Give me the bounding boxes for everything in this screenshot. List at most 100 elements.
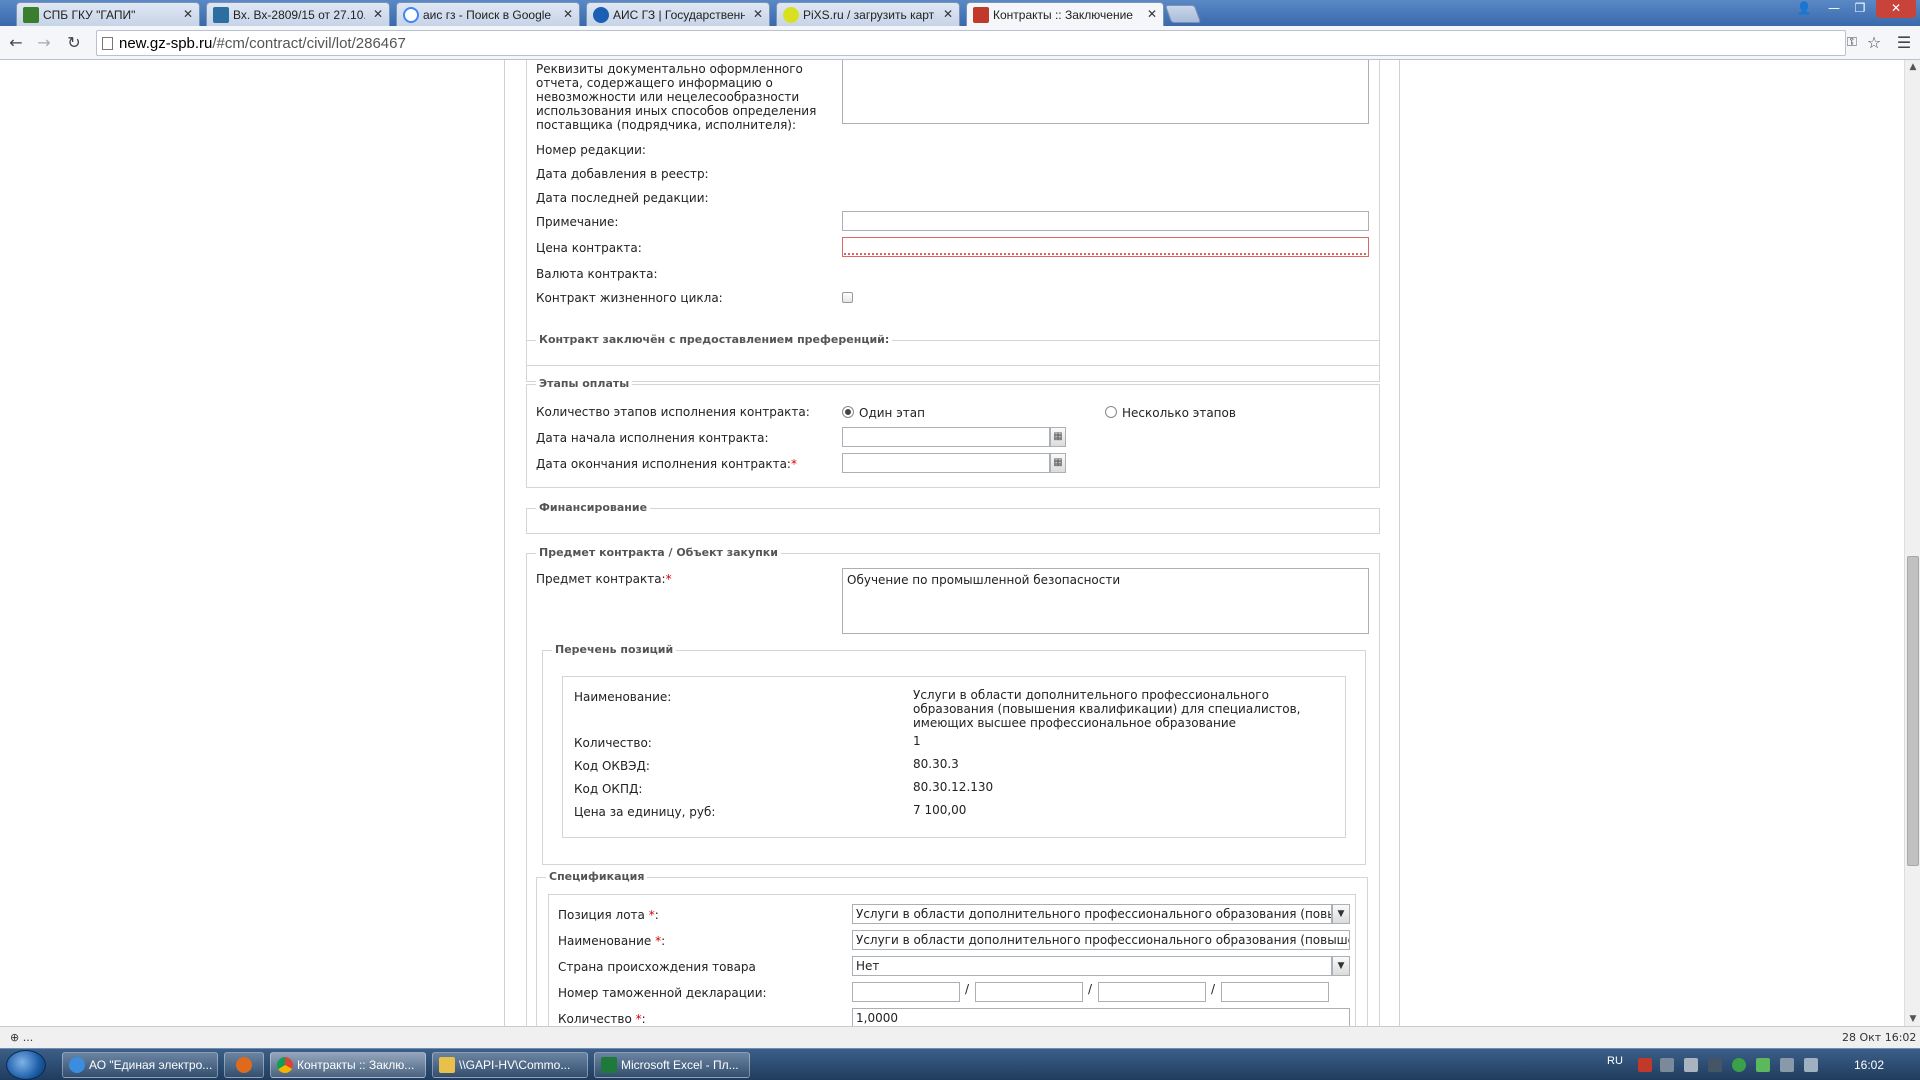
customs-separator: / — [965, 982, 970, 996]
subject-label: Предмет контракта:* — [536, 572, 672, 586]
task-label: Microsoft Excel - Пл... — [621, 1058, 739, 1072]
windows-taskbar: АО "Единая электро... Контракты :: Заклю… — [0, 1048, 1920, 1080]
close-icon[interactable]: ✕ — [1147, 7, 1157, 21]
browser-tab-5[interactable]: PiXS.ru / загрузить карти ✕ — [776, 2, 960, 26]
country-label: Страна происхождения товара — [558, 960, 756, 974]
browser-tab-1[interactable]: СПБ ГКУ "ГАПИ" ✕ — [16, 2, 200, 26]
start-date-label: Дата начала исполнения контракта: — [536, 431, 769, 445]
subject-textarea[interactable]: Обучение по промышленной безопасности — [842, 568, 1369, 634]
menu-icon[interactable]: ☰ — [1892, 32, 1916, 54]
start-date-input[interactable] — [842, 427, 1050, 447]
task-label: \\GAPI-HV\Commo... — [459, 1058, 571, 1072]
new-tab-button[interactable] — [1164, 5, 1202, 23]
browser-tab-3[interactable]: аис гз - Поиск в Google ✕ — [396, 2, 580, 26]
excel-icon — [601, 1057, 617, 1073]
required-mark: * — [790, 457, 797, 471]
pdf-tray-icon[interactable] — [1638, 1058, 1652, 1072]
task-label: Контракты :: Заклю... — [297, 1058, 415, 1072]
close-icon[interactable]: ✕ — [943, 7, 953, 21]
monitor-tray-icon[interactable] — [1780, 1058, 1794, 1072]
lot-position-label: Позиция лота *: — [558, 908, 659, 922]
page-icon — [102, 37, 113, 50]
label-colon: : — [661, 934, 666, 948]
scroll-up-arrow-icon[interactable]: ▲ — [1905, 60, 1920, 74]
minimize-button[interactable]: — — [1822, 0, 1846, 18]
scroll-down-arrow-icon[interactable]: ▼ — [1905, 1012, 1920, 1026]
added-date-label: Дата добавления в реестр: — [536, 167, 709, 181]
spec-qty-input[interactable]: 1,0000 — [852, 1008, 1350, 1026]
price-label: Цена контракта: — [536, 241, 642, 255]
vertical-scrollbar[interactable]: ▲ ▼ — [1904, 60, 1920, 1026]
payment-stages-legend: Этапы оплаты — [536, 377, 633, 390]
end-date-input[interactable] — [842, 453, 1050, 473]
specification-legend: Спецификация — [546, 870, 648, 883]
bookmark-star-icon[interactable]: ☆ — [1862, 32, 1886, 54]
position-okved-value: 80.30.3 — [913, 757, 959, 771]
start-button[interactable] — [6, 1050, 46, 1080]
taskbar-item-explorer[interactable]: \\GAPI-HV\Commo... — [432, 1052, 588, 1078]
volume-tray-icon[interactable] — [1804, 1058, 1818, 1072]
one-stage-radio[interactable] — [842, 406, 854, 418]
many-stages-radio[interactable] — [1105, 406, 1117, 418]
spec-name-input[interactable]: Услуги в области дополнительного професс… — [852, 930, 1350, 950]
scrollbar-thumb[interactable] — [1907, 556, 1919, 866]
taskbar-item-chrome[interactable]: Контракты :: Заклю... — [270, 1052, 426, 1078]
chevron-down-icon[interactable]: ▼ — [1332, 904, 1350, 924]
position-qty-label: Количество: — [574, 736, 652, 750]
one-stage-label: Один этап — [859, 406, 925, 420]
customs-input-3[interactable] — [1098, 982, 1206, 1002]
back-arrow-icon[interactable]: ← — [4, 32, 28, 54]
browser-tab-6-active[interactable]: Контракты :: Заключение ✕ — [966, 2, 1164, 27]
address-path: /#cm/contract/civil/lot/286467 — [212, 35, 406, 52]
chevron-down-icon[interactable]: ▼ — [1332, 956, 1350, 976]
note-input[interactable] — [842, 211, 1369, 231]
customs-separator: / — [1088, 982, 1093, 996]
close-icon[interactable]: ✕ — [183, 7, 193, 21]
position-qty-value: 1 — [913, 734, 921, 748]
customs-input-4[interactable] — [1221, 982, 1329, 1002]
mail-icon — [23, 7, 39, 23]
address-host: new.gz-spb.ru — [119, 35, 213, 52]
address-bar[interactable]: new.gz-spb.ru/#cm/contract/civil/lot/286… — [96, 30, 1846, 56]
network-tray-icon[interactable] — [1660, 1058, 1674, 1072]
language-indicator[interactable]: RU — [1607, 1055, 1623, 1067]
folder-icon — [439, 1057, 455, 1073]
clock[interactable]: 16:02 — [1854, 1058, 1884, 1072]
shield-tray-icon[interactable] — [1756, 1058, 1770, 1072]
taskbar-item-ie[interactable]: АО "Единая электро... — [62, 1052, 218, 1078]
chrome-icon — [277, 1057, 293, 1073]
taskbar-item-excel[interactable]: Microsoft Excel - Пл... — [594, 1052, 750, 1078]
key-icon[interactable]: ⚿ — [1840, 32, 1864, 54]
customs-input-1[interactable] — [852, 982, 960, 1002]
customs-input-2[interactable] — [975, 982, 1083, 1002]
browser-tab-4[interactable]: АИС ГЗ | Государственны ✕ — [586, 2, 770, 26]
spec-qty-label: Количество *: — [558, 1012, 646, 1026]
taskbar-item-firefox[interactable] — [224, 1052, 264, 1078]
lot-position-select[interactable]: Услуги в области дополнительного професс… — [852, 904, 1332, 924]
spec-qty-label-text: Количество — [558, 1012, 632, 1026]
tools-icon — [973, 7, 989, 23]
calendar-icon[interactable]: ▦ — [1050, 427, 1066, 447]
close-icon[interactable]: ✕ — [753, 7, 763, 21]
close-icon[interactable]: ✕ — [563, 7, 573, 21]
maximize-button[interactable]: ❐ — [1848, 0, 1872, 18]
position-name-value: Услуги в области дополнительного професс… — [913, 688, 1301, 730]
user-tray-icon[interactable] — [1708, 1058, 1722, 1072]
close-icon[interactable]: ✕ — [373, 7, 383, 21]
antivirus-tray-icon[interactable] — [1732, 1058, 1746, 1072]
revision-label: Номер редакции: — [536, 143, 646, 157]
lifecycle-checkbox[interactable] — [842, 292, 853, 303]
subject-label-text: Предмет контракта: — [536, 572, 666, 586]
currency-label: Валюта контракта: — [536, 267, 658, 281]
requisites-textarea[interactable] — [842, 60, 1369, 124]
reload-icon[interactable]: ↻ — [62, 32, 86, 54]
flag-tray-icon[interactable] — [1684, 1058, 1698, 1072]
close-window-button[interactable]: ✕ — [1876, 0, 1916, 18]
position-unit-price-value: 7 100,00 — [913, 803, 967, 817]
user-icon[interactable]: 👤 — [1792, 0, 1816, 18]
stages-count-label: Количество этапов исполнения контракта: — [536, 405, 810, 419]
calendar-icon[interactable]: ▦ — [1050, 453, 1066, 473]
browser-tab-2[interactable]: Вх. Вх-2809/15 от 27.10.2( ✕ — [206, 2, 390, 26]
forward-arrow-icon[interactable]: → — [32, 32, 56, 54]
country-select[interactable]: Нет — [852, 956, 1332, 976]
